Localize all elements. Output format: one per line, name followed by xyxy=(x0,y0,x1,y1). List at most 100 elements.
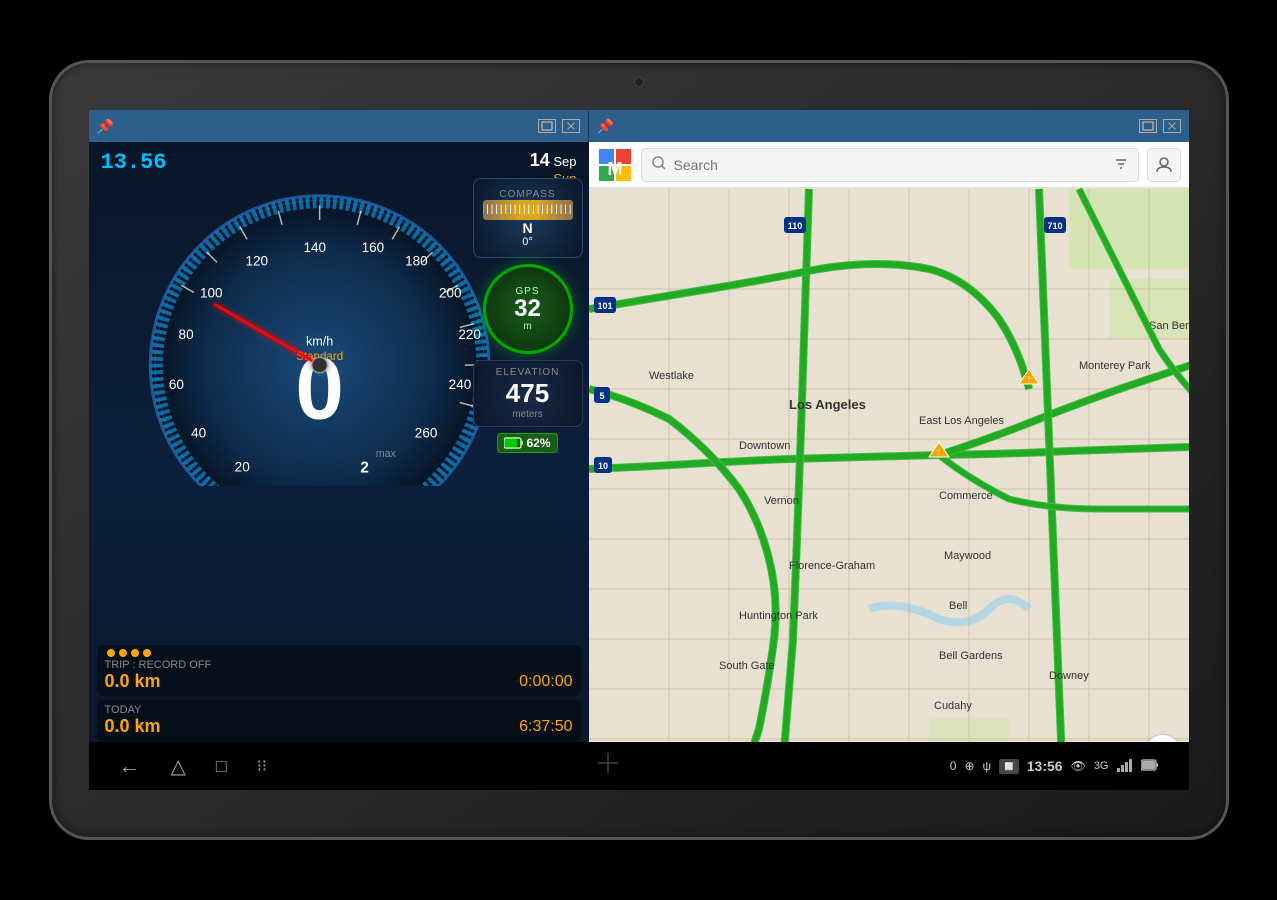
svg-text:San Bernardino Fwy: San Bernardino Fwy xyxy=(1149,320,1189,332)
battery-icon xyxy=(504,437,524,449)
gps-unit: m xyxy=(523,321,531,332)
filter-icon[interactable] xyxy=(1114,156,1128,173)
svg-text:Downtown: Downtown xyxy=(739,440,790,452)
svg-text:140: 140 xyxy=(303,240,326,255)
elevation-widget: ELEVATION 475 meters xyxy=(473,360,583,427)
svg-text:M: M xyxy=(607,159,622,179)
battery-widget: 62% xyxy=(497,433,557,453)
svg-text:160: 160 xyxy=(361,240,384,255)
tablet-screen: 📌 📌 xyxy=(89,110,1189,790)
svg-text:2: 2 xyxy=(360,459,369,476)
pin-icon-right: 📌 xyxy=(597,118,614,135)
dot-1 xyxy=(107,649,115,657)
search-icon xyxy=(652,156,666,173)
svg-text:Bell Gardens: Bell Gardens xyxy=(939,650,1003,662)
nav-3g-icon: 3G xyxy=(1094,760,1109,772)
svg-text:Vernon: Vernon xyxy=(764,495,799,507)
nav-battery-icon xyxy=(1141,759,1159,774)
nav-zero: 0 xyxy=(950,759,957,773)
camera xyxy=(634,77,644,87)
trip-label: TRIP : RECORD OFF xyxy=(105,659,573,671)
nav-time: 13:56 xyxy=(1027,758,1063,774)
nav-left-buttons: ← △ □ ⁝⁝ xyxy=(119,753,267,779)
nav-location-icon: ⊕ xyxy=(964,759,974,773)
close-button-left[interactable] xyxy=(562,119,580,133)
compass-widget: COMPASS |||||||||||||||||||| N 0° xyxy=(473,178,583,258)
svg-text:Florence-Graham: Florence-Graham xyxy=(789,560,875,572)
search-input[interactable] xyxy=(674,157,1106,173)
compass-direction: N xyxy=(522,220,532,236)
map-search-bar[interactable] xyxy=(641,148,1139,182)
svg-text:Maywood: Maywood xyxy=(944,550,991,562)
svg-text:40: 40 xyxy=(191,426,206,441)
svg-text:240: 240 xyxy=(448,377,471,392)
person-icon[interactable] xyxy=(1147,148,1181,182)
apps-button[interactable]: ⁝⁝ xyxy=(257,756,267,776)
svg-text:Bell: Bell xyxy=(949,600,967,612)
battery-value: 62% xyxy=(526,436,550,450)
nav-right-status: 0 ⊕ ψ 🔲 13:56 👁 3G xyxy=(950,758,1159,775)
compass-tape: |||||||||||||||||||| xyxy=(483,200,573,220)
svg-text:Westlake: Westlake xyxy=(649,370,694,382)
window-button-right[interactable] xyxy=(1139,119,1157,133)
svg-text:Cudahy: Cudahy xyxy=(934,700,972,712)
svg-text:Huntington Park: Huntington Park xyxy=(739,610,818,622)
svg-text:South Gate: South Gate xyxy=(719,660,775,672)
title-bar-controls-left xyxy=(538,119,580,133)
right-widgets: COMPASS |||||||||||||||||||| N 0° GPS 32… xyxy=(473,178,583,453)
back-button[interactable]: ← xyxy=(119,753,141,779)
svg-text:Monterey Park: Monterey Park xyxy=(1079,360,1151,372)
today-km: 0.0 km xyxy=(105,716,161,737)
trip-dots xyxy=(105,649,573,657)
elevation-unit: meters xyxy=(480,409,576,420)
svg-text:!: ! xyxy=(1027,375,1029,384)
window-button-left[interactable] xyxy=(538,119,556,133)
title-bar: 📌 📌 xyxy=(89,110,1189,142)
tablet-device: 📌 📌 xyxy=(49,60,1229,840)
svg-text:60: 60 xyxy=(168,377,183,392)
nav-usb-icon: ψ xyxy=(983,759,992,773)
title-bar-left: 📌 xyxy=(89,110,589,142)
speedometer-panel: 13.56 14 Sep Sun xyxy=(89,142,589,742)
close-button-right[interactable] xyxy=(1163,119,1181,133)
nav-signal-icon xyxy=(1117,758,1133,775)
gps-value: 32 xyxy=(514,297,541,321)
svg-text:East Los Angeles: East Los Angeles xyxy=(919,415,1005,427)
pin-icon-left: 📌 xyxy=(97,118,114,135)
elevation-label: ELEVATION xyxy=(480,367,576,378)
svg-text:260: 260 xyxy=(414,426,437,441)
today-time: 6:37:50 xyxy=(519,718,572,736)
map-svg: ! ! 101 710 110 xyxy=(589,188,1189,742)
nav-eye-icon: 👁 xyxy=(1071,759,1086,773)
trip-km: 0.0 km xyxy=(105,671,161,692)
main-content: 13.56 14 Sep Sun xyxy=(89,142,1189,742)
dot-2 xyxy=(119,649,127,657)
title-bar-right: 📌 xyxy=(589,110,1189,142)
svg-text:110: 110 xyxy=(787,221,802,231)
svg-text:200: 200 xyxy=(439,285,462,300)
map-toolbar: M xyxy=(589,142,1189,188)
svg-text:20: 20 xyxy=(234,459,249,474)
svg-text:Downey: Downey xyxy=(1049,670,1089,682)
speedometer-bottom: TRIP : RECORD OFF 0.0 km 0:00:00 TODAY 0… xyxy=(89,486,589,742)
map-panel: M xyxy=(589,142,1189,742)
dot-3 xyxy=(131,649,139,657)
svg-text:5: 5 xyxy=(599,391,604,401)
navbar: ← △ □ ⁝⁝ 0 ⊕ ψ 🔲 13:56 👁 3G xyxy=(89,742,1189,790)
nav-screenshot-icon: 🔲 xyxy=(999,759,1019,774)
gps-widget: GPS 32 m xyxy=(483,264,573,354)
maps-logo: M xyxy=(597,147,633,183)
speedo-time: 13.56 xyxy=(101,150,167,175)
date-day-num: 14 xyxy=(530,150,550,170)
svg-text:max: max xyxy=(375,448,396,460)
svg-text:Commerce: Commerce xyxy=(939,490,993,502)
svg-text:100: 100 xyxy=(199,285,222,300)
svg-text:10: 10 xyxy=(597,461,607,471)
date-month: Sep xyxy=(553,154,576,169)
today-label: TODAY xyxy=(105,704,573,716)
home-button[interactable]: △ xyxy=(171,754,186,779)
svg-text:101: 101 xyxy=(597,301,612,311)
map-area[interactable]: ! ! 101 710 110 xyxy=(589,188,1189,742)
recents-button[interactable]: □ xyxy=(216,756,227,777)
nav-center-button[interactable] xyxy=(596,751,620,781)
